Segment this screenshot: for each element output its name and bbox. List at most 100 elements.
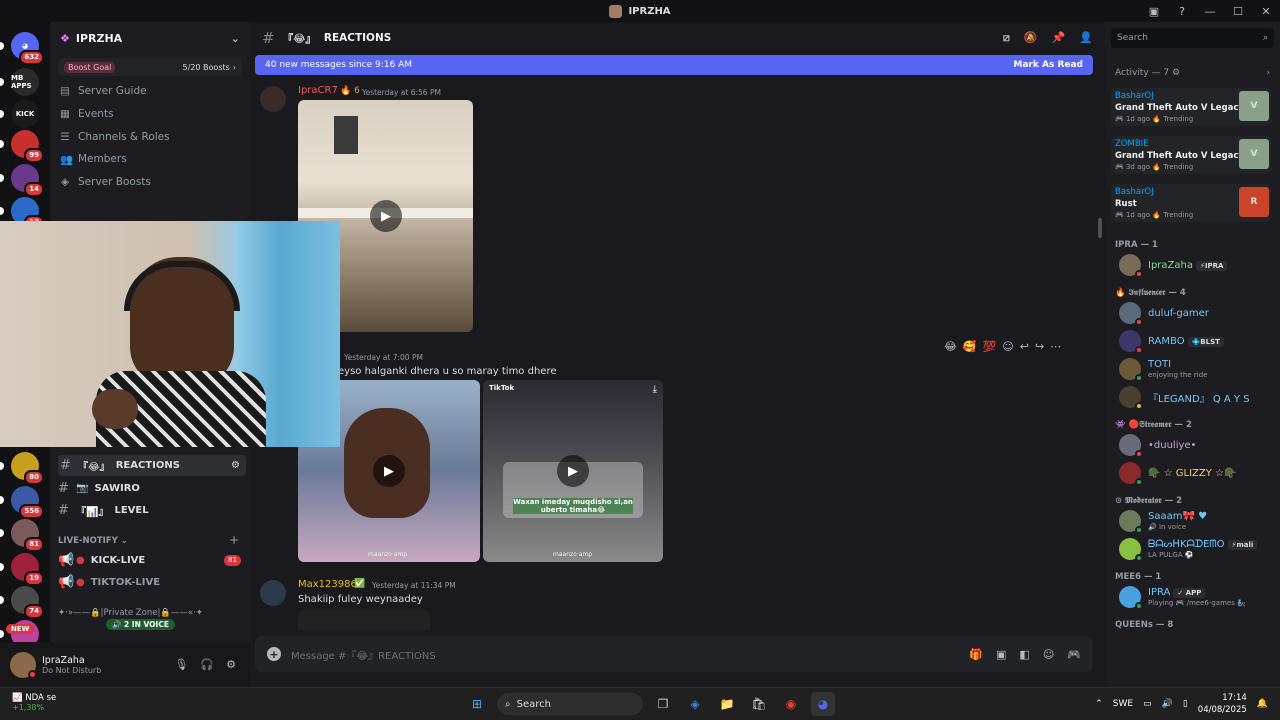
server-icon-kick[interactable]: KICK — [11, 100, 39, 128]
boost-goal[interactable]: Boost Goal 5/20 Boosts › — [58, 58, 242, 76]
headphones-icon[interactable]: 🎧 — [200, 658, 214, 671]
member-row[interactable]: TOTI enjoying the ride — [1119, 358, 1207, 382]
battery-icon[interactable]: ▯ — [1183, 699, 1188, 709]
new-messages-bar[interactable]: 40 new messages since 9:16 AM Mark As Re… — [255, 55, 1093, 75]
reaction-emoji[interactable]: 💯 — [983, 340, 997, 353]
emoji-icon[interactable]: ☺ — [1043, 648, 1054, 661]
member-row[interactable]: RAMBO 💠BLST — [1119, 330, 1224, 354]
member-row[interactable]: ᗷᗩᔕᕼKᗩᗪEᗰO ⚡mali LA PULGA ⚽ — [1119, 538, 1258, 562]
invite-settings-icon[interactable]: ⚙ — [231, 460, 246, 471]
threads-icon[interactable]: ⧄ — [1003, 31, 1010, 45]
activity-card[interactable]: BasharOJ Rust 🎮 1d ago 🔥 Trending R — [1111, 184, 1271, 222]
chevron-down-icon[interactable]: ⌄ — [231, 32, 240, 45]
close-button[interactable]: ✕ — [1252, 5, 1280, 18]
mute-bell-icon[interactable]: 🔕 — [1024, 31, 1038, 45]
channel-kick-live[interactable]: 📢 ● KICK-LIVE — [58, 550, 145, 571]
server-icon-server-10[interactable]: 19 — [11, 553, 44, 586]
play-icon[interactable]: ▶ — [373, 455, 405, 487]
server-boosts-item[interactable]: ◈ Server Boosts — [50, 171, 250, 194]
channel-sawiro[interactable]: # 📷 SAWIRO — [58, 478, 140, 499]
download-icon[interactable]: ⤓ — [653, 384, 657, 395]
member-row[interactable]: •duuliye• — [1119, 434, 1196, 458]
message-composer[interactable]: + Message #『😂』REACTIONS 🎁 ▣ ◧ ☺ 🎮 — [255, 636, 1093, 672]
reaction-emoji[interactable]: 😂 — [944, 340, 957, 353]
store-icon[interactable]: 🛍 — [747, 692, 771, 716]
category-private-zone[interactable]: ✦·»——🔒|Private Zone|🔒——«·✦ — [58, 608, 203, 618]
network-icon[interactable]: ▭ — [1143, 699, 1152, 709]
server-icon-server-8[interactable]: 556 — [11, 486, 44, 519]
events-item[interactable]: ▦ Events — [50, 103, 250, 126]
stock-widget[interactable]: 📈 NDA se +1,38% — [12, 693, 56, 712]
reaction-emoji[interactable]: 🥰 — [963, 340, 977, 353]
add-channel-icon[interactable]: + — [229, 533, 239, 547]
file-explorer-icon[interactable]: 📁 — [715, 692, 739, 716]
game-controller-icon[interactable]: 🎮 — [1067, 648, 1081, 661]
server-icon-server-4[interactable]: 99 — [11, 130, 44, 163]
mark-as-read-button[interactable]: Mark As Read — [1013, 60, 1083, 70]
forward-icon[interactable]: ↪ — [1035, 340, 1044, 353]
activity-card[interactable]: BasharOJ Grand Theft Auto V Legacy 🎮 1d ag… — [1111, 88, 1271, 126]
inbox-icon[interactable]: ▣ — [1140, 5, 1168, 18]
notifications-icon[interactable]: 🔔 — [1257, 699, 1268, 709]
avatar[interactable] — [10, 651, 37, 679]
copilot-icon[interactable]: ◈ — [683, 692, 707, 716]
in-voice-pill[interactable]: 🔊 2 IN VOICE — [106, 619, 175, 630]
help-icon[interactable]: ? — [1168, 5, 1196, 18]
server-icon-server-5[interactable]: 14 — [11, 164, 44, 197]
gift-icon[interactable]: 🎁 — [969, 648, 983, 661]
chevron-right-icon[interactable]: › — [1266, 68, 1270, 78]
member-row[interactable]: IpraZaha ⚡IPRA — [1119, 254, 1228, 278]
server-guide-item[interactable]: ▤ Server Guide — [50, 80, 250, 103]
gif-icon[interactable]: ▣ — [996, 648, 1006, 661]
activity-header[interactable]: Activity — 7 ⚙ › — [1115, 68, 1270, 78]
search-input[interactable]: Search ⌕ — [1111, 28, 1274, 48]
member-row[interactable]: 『LEGAND』 Q A Y S — [1119, 386, 1250, 410]
taskbar-search[interactable]: ⌕ Search — [497, 693, 643, 715]
member-row[interactable]: duluf-gamer — [1119, 302, 1209, 326]
chrome-icon[interactable]: ◉ — [779, 692, 803, 716]
clock[interactable]: 17:14 04/08/2025 — [1198, 692, 1247, 716]
server-icon-server-11[interactable]: 74 — [11, 586, 44, 619]
add-attachment-icon[interactable]: + — [267, 647, 281, 661]
discord-icon[interactable]: ◕ — [811, 692, 835, 716]
server-header[interactable]: ❖ IPRZHA ⌄ — [50, 22, 250, 54]
activity-user[interactable]: BasharOJ — [1115, 187, 1154, 197]
category-live-notify[interactable]: LIVE-NOTIFY ⌄ — [58, 536, 128, 546]
sticker-icon[interactable]: ◧ — [1019, 648, 1029, 661]
server-icon-mb-apps[interactable]: MB APPS — [11, 68, 39, 96]
image-attachment[interactable] — [298, 610, 430, 630]
server-icon-home[interactable]: ◕ 632 — [11, 32, 44, 65]
member-row[interactable]: 🪖 ☆ GLIZZY ☆🪖 — [1119, 462, 1236, 486]
play-icon[interactable]: ▶ — [557, 455, 589, 487]
activity-user[interactable]: BasharOJ — [1115, 91, 1154, 101]
member-row[interactable]: Saaam🎀 ♥ 🔊 In voice — [1119, 510, 1207, 534]
windows-start-icon[interactable]: ⊞ — [465, 692, 489, 716]
author-name[interactable]: IpraCR7 — [298, 85, 338, 96]
members-item[interactable]: 👥 Members — [50, 148, 250, 171]
author-name[interactable]: Max123986 — [298, 579, 357, 590]
channel-tiktok-live[interactable]: 📢 ● TIKTOK-LIVE — [58, 572, 160, 593]
pin-icon[interactable]: 📌 — [1052, 31, 1066, 45]
avatar[interactable] — [260, 580, 286, 606]
channel-reactions[interactable]: # 『😂』 REACTIONS ⚙ — [58, 455, 246, 476]
server-icon-server-9[interactable]: 81 — [11, 519, 44, 552]
scrollbar[interactable] — [1098, 218, 1102, 238]
volume-icon[interactable]: 🔊 — [1162, 699, 1173, 709]
gear-icon[interactable]: ⚙ — [226, 658, 236, 671]
chevron-up-icon[interactable]: ⌃ — [1095, 699, 1103, 709]
video-attachment[interactable]: TikTok ⤓ ▶ Waxan imeday muqdisho si,an u… — [483, 380, 663, 562]
play-icon[interactable]: ▶ — [370, 200, 402, 232]
server-icon-server-7[interactable]: 80 — [11, 452, 44, 485]
minimize-button[interactable]: — — [1196, 5, 1224, 18]
member-row[interactable]: IPRA ✓ APP Playing 🎮 /mee6-games 🧞 — [1119, 586, 1246, 610]
activity-user[interactable]: ZOMBIE — [1115, 139, 1149, 149]
member-list-icon[interactable]: 👤 — [1079, 31, 1093, 45]
reply-icon[interactable]: ↩ — [1020, 340, 1029, 353]
language-indicator[interactable]: SWE — [1113, 699, 1133, 709]
task-view-icon[interactable]: ❐ — [651, 692, 675, 716]
more-icon[interactable]: ⋯ — [1050, 340, 1061, 353]
microphone-icon[interactable]: 🎙 — [174, 658, 188, 671]
activity-card[interactable]: ZOMBIE Grand Theft Auto V Legacy 🎮 3d ago … — [1111, 136, 1271, 174]
avatar[interactable] — [260, 86, 286, 112]
maximize-button[interactable]: ☐ — [1224, 5, 1252, 18]
